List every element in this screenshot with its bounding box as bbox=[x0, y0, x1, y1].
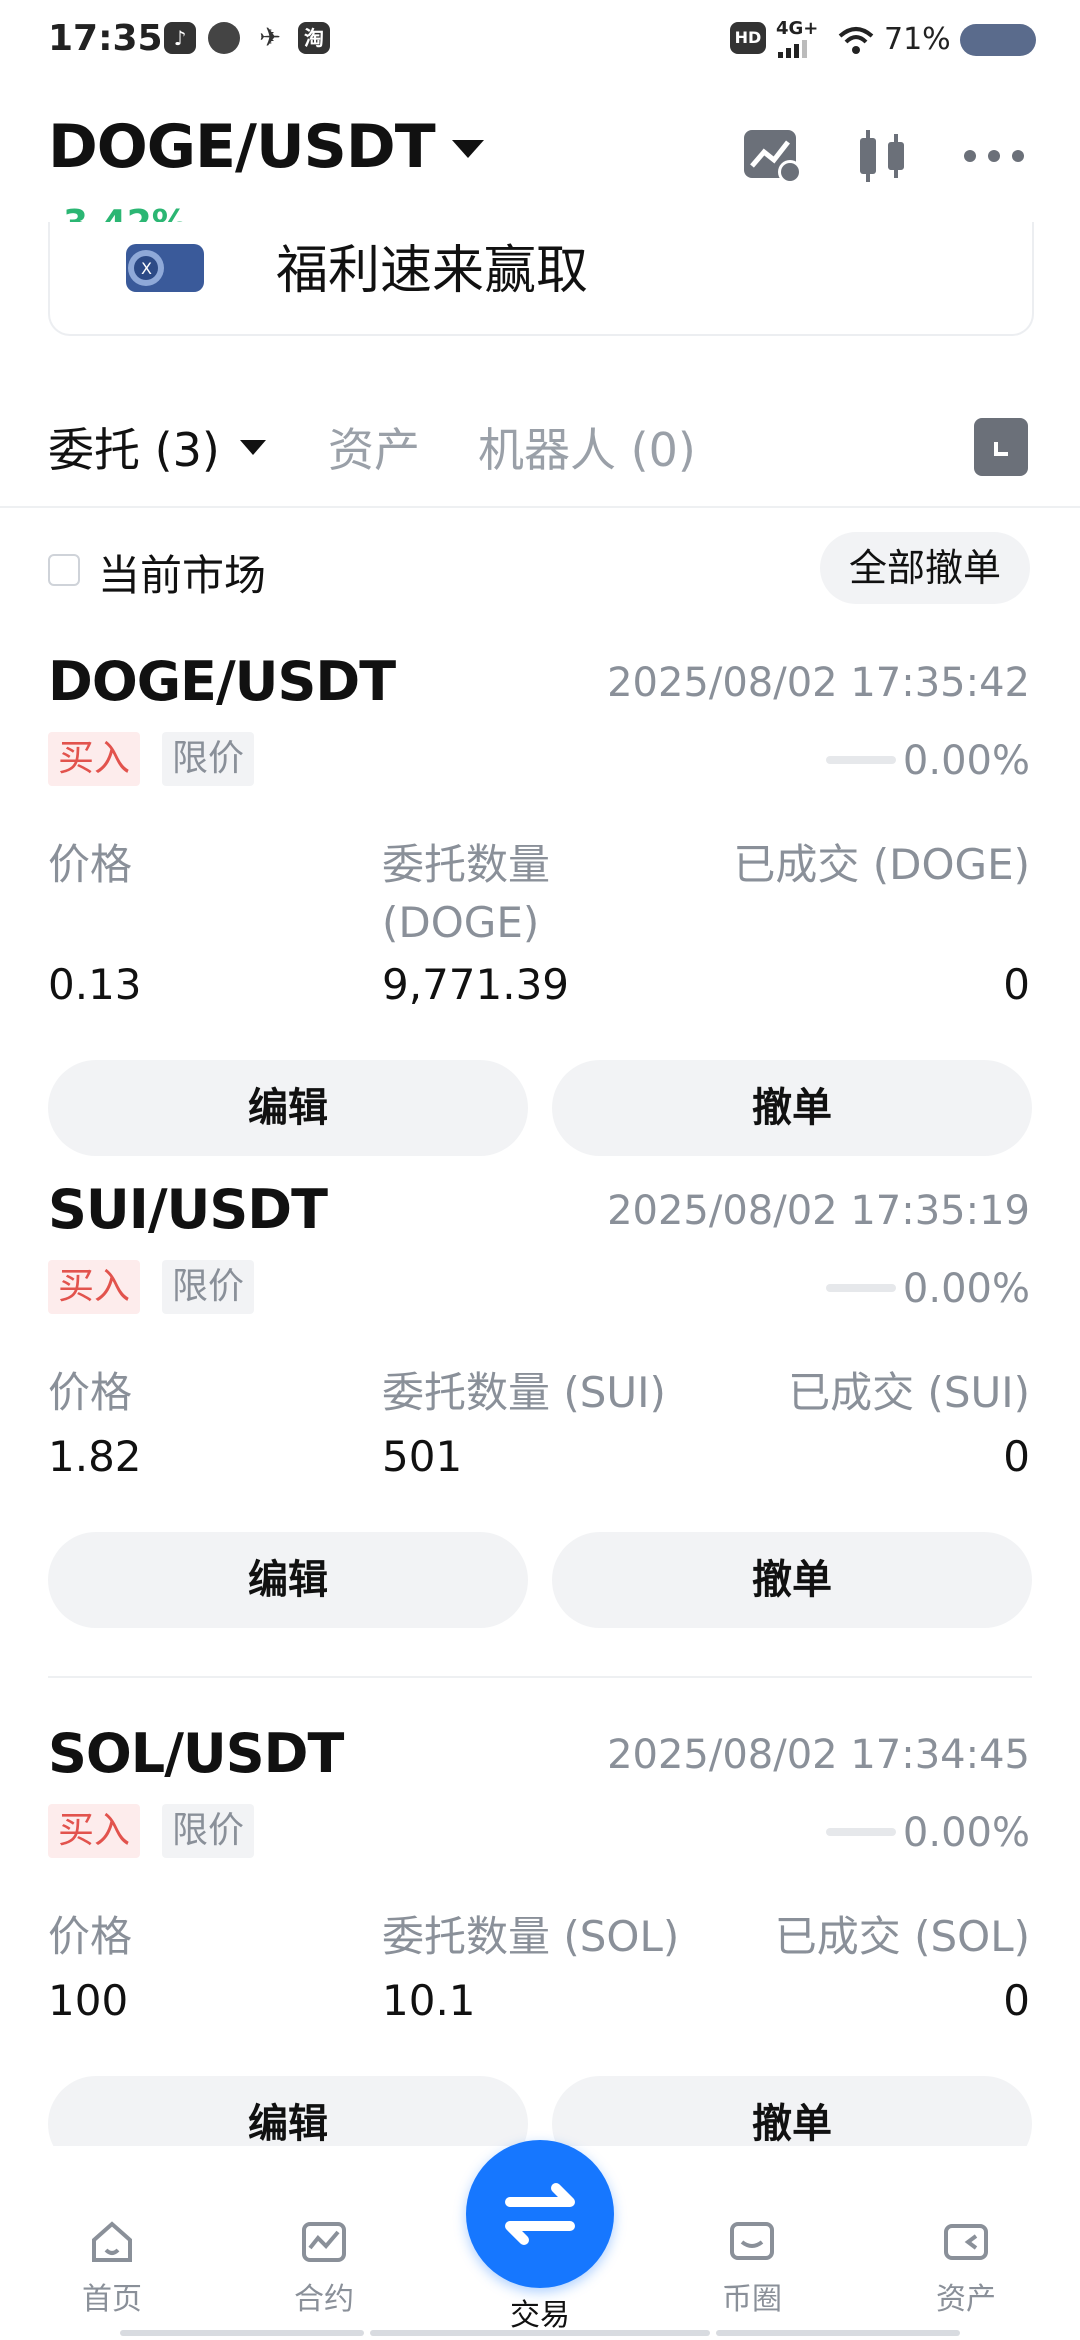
nav-home[interactable]: 首页 bbox=[52, 2220, 172, 2318]
fill-percent: 0.00% bbox=[902, 1266, 1030, 1312]
pair-title[interactable]: DOGE/USDT bbox=[48, 112, 436, 182]
nav-home-label: 首页 bbox=[82, 2282, 142, 2317]
community-icon bbox=[730, 2222, 774, 2260]
tabs-divider bbox=[0, 506, 1080, 508]
chevron-down-icon[interactable] bbox=[240, 440, 266, 455]
home-icon bbox=[92, 2221, 132, 2262]
price-label: 价格 bbox=[48, 1912, 133, 1961]
nav-futures-label: 合约 bbox=[294, 2282, 354, 2317]
side-badge: 买入 bbox=[48, 732, 141, 786]
candlestick-icon[interactable] bbox=[852, 126, 912, 186]
filled-value: 0 bbox=[1003, 960, 1030, 1009]
qty-value: 9,771.39 bbox=[382, 960, 570, 1009]
order-time: 2025/08/02 17:35:19 bbox=[607, 1188, 1030, 1234]
fill-progress-bar bbox=[826, 756, 896, 764]
qty-unit-label: (DOGE) bbox=[382, 898, 540, 947]
filled-value: 0 bbox=[1003, 1976, 1030, 2025]
tab-orders[interactable]: 委托 (3) bbox=[48, 414, 220, 480]
fill-percent: 0.00% bbox=[902, 1810, 1030, 1856]
nav-community[interactable]: 币圈 bbox=[692, 2220, 812, 2318]
nav-assets[interactable]: 资产 bbox=[906, 2220, 1026, 2318]
price-value: 100 bbox=[48, 1976, 129, 2025]
trade-button[interactable] bbox=[466, 2140, 614, 2288]
fill-percent: 0.00% bbox=[902, 738, 1030, 784]
type-badge: 限价 bbox=[162, 1260, 255, 1314]
tab-assets[interactable]: 资产 bbox=[328, 414, 420, 480]
card-divider bbox=[48, 1676, 1032, 1678]
hd-icon: HD bbox=[730, 22, 766, 54]
qty-value: 10.1 bbox=[382, 1976, 476, 2025]
history-document-icon[interactable] bbox=[974, 418, 1028, 476]
douyin-icon: ♪ bbox=[164, 22, 196, 54]
qty-label: 委托数量 (SUI) bbox=[382, 1368, 666, 1417]
nav-indicator bbox=[716, 2330, 960, 2336]
bird-icon: ✈ bbox=[259, 23, 281, 53]
cancel-all-button[interactable]: 全部撤单 bbox=[820, 532, 1030, 604]
signal-icon bbox=[778, 40, 807, 58]
order-pair: SUI/USDT bbox=[48, 1178, 328, 1241]
price-value: 1.82 bbox=[48, 1432, 142, 1481]
fill-progress-bar bbox=[826, 1828, 896, 1836]
nav-trade-label[interactable]: 交易 bbox=[480, 2290, 600, 2334]
fill-progress-bar bbox=[826, 1284, 896, 1292]
side-badge: 买入 bbox=[48, 1260, 141, 1314]
status-bar: 17:35 ♪ ✈ 淘 HD 4G+ 71% bbox=[0, 0, 1080, 84]
order-time: 2025/08/02 17:34:45 bbox=[607, 1732, 1030, 1778]
battery-icon bbox=[960, 24, 1036, 56]
network-label: 4G+ bbox=[776, 18, 819, 39]
qty-label: 委托数量 (SOL) bbox=[382, 1912, 680, 1961]
xrp-logo-icon: X bbox=[126, 244, 204, 292]
battery-percent: 71% bbox=[884, 22, 951, 57]
swap-arrows-icon bbox=[505, 2183, 575, 2245]
filled-value: 0 bbox=[1003, 1432, 1030, 1481]
futures-icon bbox=[302, 2222, 346, 2262]
order-time: 2025/08/02 17:35:42 bbox=[607, 660, 1030, 706]
status-time: 17:35 bbox=[48, 18, 163, 59]
edit-button[interactable]: 编辑 bbox=[48, 1060, 528, 1156]
nav-assets-label: 资产 bbox=[936, 2282, 996, 2317]
price-label: 价格 bbox=[48, 840, 133, 889]
svg-text:X: X bbox=[141, 259, 152, 278]
type-badge: 限价 bbox=[162, 732, 255, 786]
order-pair: DOGE/USDT bbox=[48, 650, 396, 713]
cancel-order-button[interactable]: 撤单 bbox=[552, 1532, 1032, 1628]
banner-text[interactable]: 福利速来赢取 bbox=[276, 228, 588, 303]
type-badge: 限价 bbox=[162, 1804, 255, 1858]
price-label: 价格 bbox=[48, 1368, 133, 1417]
qty-label: 委托数量 bbox=[382, 840, 551, 889]
nav-futures[interactable]: 合约 bbox=[264, 2220, 384, 2318]
price-value: 0.13 bbox=[48, 960, 142, 1009]
current-market-label[interactable]: 当前市场 bbox=[98, 542, 266, 603]
nav-indicator bbox=[370, 2330, 710, 2336]
nav-indicator bbox=[120, 2330, 364, 2336]
taobao-icon: 淘 bbox=[298, 22, 330, 54]
chart-icon[interactable] bbox=[740, 126, 804, 186]
side-badge: 买入 bbox=[48, 1804, 141, 1858]
current-market-checkbox[interactable] bbox=[48, 554, 80, 586]
cancel-order-button[interactable]: 撤单 bbox=[552, 1060, 1032, 1156]
wifi-icon bbox=[838, 27, 874, 54]
nav-community-label: 币圈 bbox=[722, 2282, 782, 2317]
chevron-down-icon[interactable] bbox=[452, 140, 484, 158]
wallet-icon bbox=[944, 2224, 988, 2260]
order-pair: SOL/USDT bbox=[48, 1722, 344, 1785]
chat-icon bbox=[208, 22, 240, 54]
qty-value: 501 bbox=[382, 1432, 463, 1481]
filled-label: 已成交 (DOGE) bbox=[733, 840, 1030, 889]
edit-button[interactable]: 编辑 bbox=[48, 1532, 528, 1628]
filled-label: 已成交 (SOL) bbox=[774, 1912, 1030, 1961]
tab-bots[interactable]: 机器人 (0) bbox=[478, 414, 696, 480]
filled-label: 已成交 (SUI) bbox=[788, 1368, 1030, 1417]
more-icon[interactable] bbox=[962, 126, 1026, 186]
